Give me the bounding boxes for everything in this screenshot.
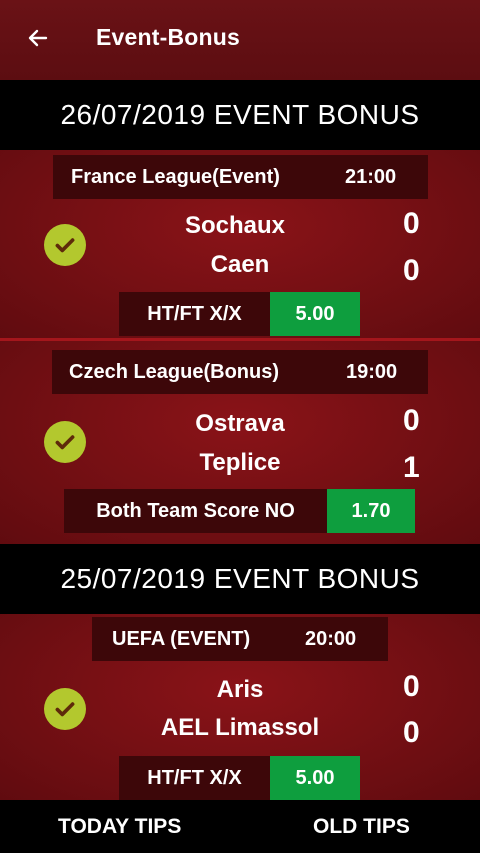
tip-row: HT/FT X/X 5.00 xyxy=(119,756,360,800)
home-team: Aris xyxy=(216,676,264,703)
league-name: UEFA (EVENT) xyxy=(112,627,251,650)
date-header: 26/07/2019 EVENT BONUS xyxy=(0,80,480,150)
home-team: Sochaux xyxy=(184,212,286,239)
match-time: 21:00 xyxy=(345,165,397,188)
check-circle-icon xyxy=(44,688,86,730)
league-name: Czech League(Bonus) xyxy=(69,360,280,383)
tip-odd: 5.00 xyxy=(270,756,360,800)
tip-odd: 1.70 xyxy=(327,489,415,533)
home-team: Ostrava xyxy=(195,410,285,437)
page-title: Event-Bonus xyxy=(96,24,241,50)
old-tips-tab[interactable]: OLD TIPS xyxy=(313,800,410,853)
app-bar: Event-Bonus xyxy=(0,0,480,80)
home-score: 0 xyxy=(403,670,420,703)
match-card[interactable]: Czech League(Bonus) 19:00 Ostrava Teplic… xyxy=(0,338,480,544)
away-team: AEL Limassol xyxy=(160,714,320,741)
tip-label: HT/FT X/X xyxy=(119,292,270,336)
away-score: 0 xyxy=(403,254,420,287)
match-card[interactable]: UEFA (EVENT) 20:00 Aris AEL Limassol 0 0… xyxy=(0,614,480,800)
away-score: 0 xyxy=(403,716,420,749)
away-team: Teplice xyxy=(199,449,281,476)
tip-label: Both Team Score NO xyxy=(64,489,327,533)
league-header: France League(Event) 21:00 xyxy=(53,155,428,199)
arrow-left-icon[interactable] xyxy=(26,26,50,50)
bottom-nav: TODAY TIPS OLD TIPS xyxy=(0,800,480,853)
tip-label: HT/FT X/X xyxy=(119,756,270,800)
tip-row: HT/FT X/X 5.00 xyxy=(119,292,360,336)
league-header: UEFA (EVENT) 20:00 xyxy=(92,617,388,661)
match-time: 20:00 xyxy=(305,627,357,650)
match-card[interactable]: France League(Event) 21:00 Sochaux Caen … xyxy=(0,150,480,338)
home-score: 0 xyxy=(403,404,420,437)
away-score: 1 xyxy=(403,451,420,484)
league-header: Czech League(Bonus) 19:00 xyxy=(52,350,428,394)
league-name: France League(Event) xyxy=(71,165,280,188)
home-score: 0 xyxy=(403,207,420,240)
date-header: 25/07/2019 EVENT BONUS xyxy=(0,544,480,614)
tip-row: Both Team Score NO 1.70 xyxy=(64,489,415,533)
match-time: 19:00 xyxy=(346,360,398,383)
check-circle-icon xyxy=(44,224,86,266)
today-tips-tab[interactable]: TODAY TIPS xyxy=(58,800,181,853)
tip-odd: 5.00 xyxy=(270,292,360,336)
check-circle-icon xyxy=(44,421,86,463)
away-team: Caen xyxy=(210,251,270,278)
